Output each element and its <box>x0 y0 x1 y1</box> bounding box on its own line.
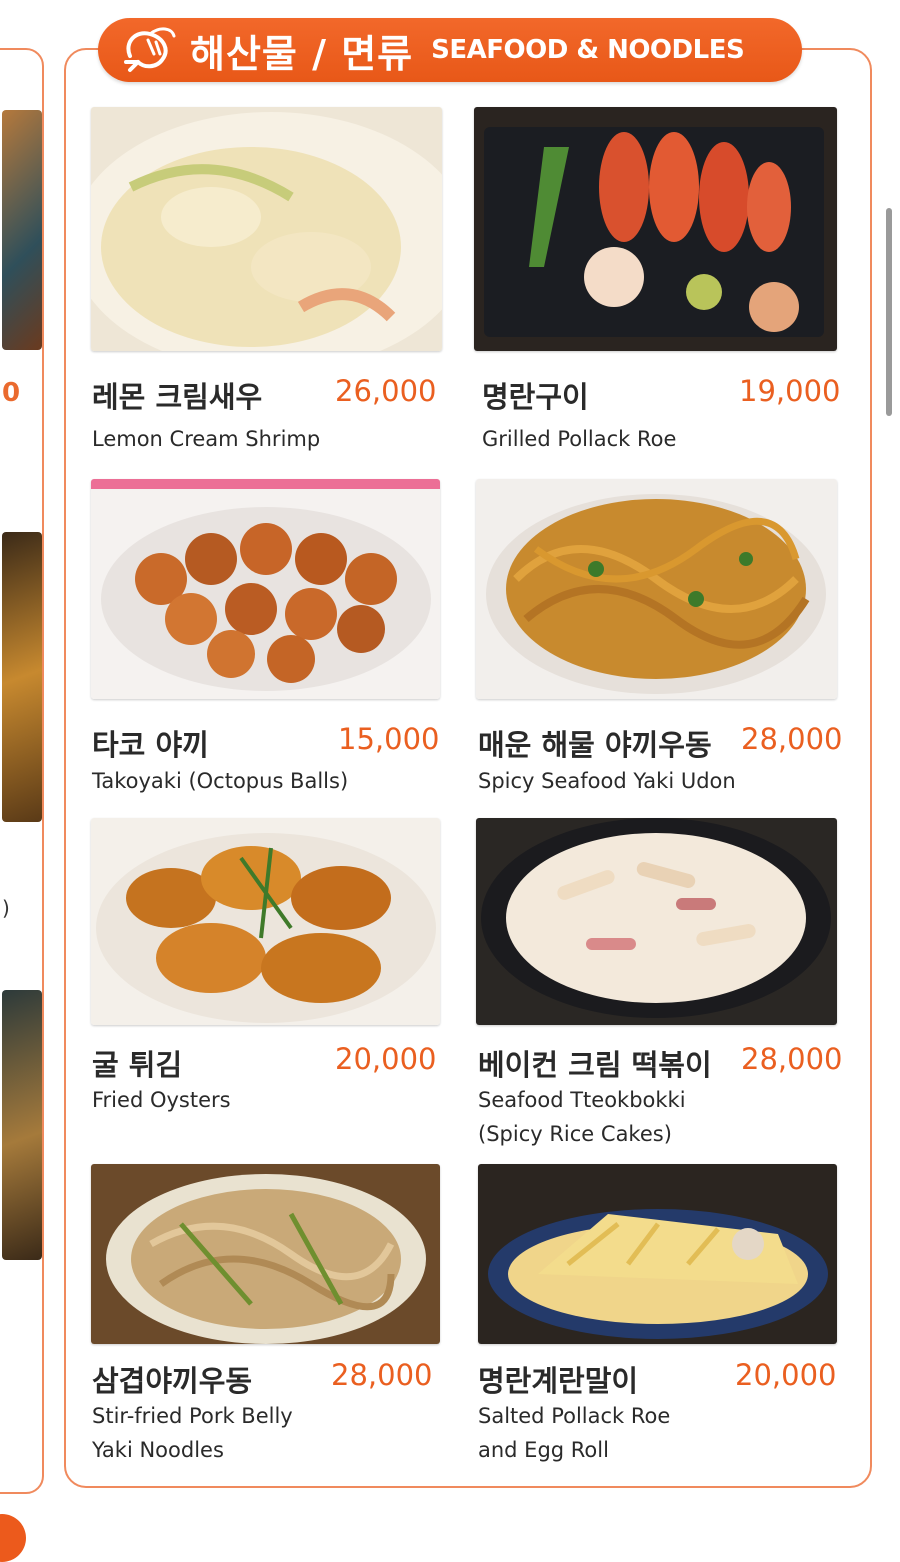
item-name-english: Grilled Pollack Roe <box>482 427 677 451</box>
takoyaki-photo <box>91 479 440 699</box>
item-price: 20,000 <box>335 1042 437 1076</box>
item-name-english: and Egg Roll <box>478 1438 609 1462</box>
item-price: 15,000 <box>338 722 440 756</box>
adjacent-menu-panel[interactable]: 0 ) <box>0 48 44 1494</box>
adjacent-text-fragment: ) <box>2 896 10 920</box>
item-name-english: Yaki Noodles <box>92 1438 224 1462</box>
grilled-pollack-roe-photo <box>474 107 837 351</box>
item-name-korean: 베이컨 크림 떡볶이 <box>478 1048 712 1082</box>
item-price: 28,000 <box>741 1042 843 1076</box>
pork-belly-yaki-noodles-photo <box>91 1164 440 1344</box>
item-name-korean: 굴 튀김 <box>92 1048 183 1082</box>
item-price: 19,000 <box>739 374 841 408</box>
scrollbar[interactable] <box>886 208 892 416</box>
lemon-cream-shrimp-photo <box>91 107 442 351</box>
item-name-korean: 명란구이 <box>482 380 589 414</box>
item-name-korean: 명란계란말이 <box>478 1364 639 1398</box>
item-price: 20,000 <box>735 1358 837 1392</box>
item-name-english: Seafood Tteokbokki <box>478 1088 686 1112</box>
item-price: 28,000 <box>741 722 843 756</box>
item-name-korean: 레몬 크림새우 <box>92 380 263 414</box>
item-name-english: (Spicy Rice Cakes) <box>478 1122 672 1146</box>
item-name-korean: 매운 해물 야끼우동 <box>478 728 712 762</box>
adjacent-food-photo <box>2 990 42 1260</box>
item-name-english: Salted Pollack Roe <box>478 1404 671 1428</box>
item-price: 28,000 <box>331 1358 433 1392</box>
item-name-korean: 삼겹야끼우동 <box>92 1364 253 1398</box>
item-name-english: Stir-fried Pork Belly <box>92 1404 293 1428</box>
adjacent-price-fragment: 0 <box>2 378 21 408</box>
item-name-english: Spicy Seafood Yaki Udon <box>478 769 736 793</box>
item-price: 26,000 <box>335 374 437 408</box>
section-title-english: SEAFOOD & NOODLES <box>431 35 745 65</box>
page-indicator-dot[interactable] <box>0 1514 26 1562</box>
item-name-english: Takoyaki (Octopus Balls) <box>92 769 349 793</box>
pollack-roe-egg-roll-photo <box>478 1164 837 1344</box>
item-name-english: Lemon Cream Shrimp <box>92 427 321 451</box>
item-name-english: Fried Oysters <box>92 1088 231 1112</box>
section-header: 해산물 / 면류 SEAFOOD & NOODLES <box>98 18 802 82</box>
adjacent-food-photo <box>2 110 42 350</box>
fried-oysters-photo <box>91 818 440 1025</box>
shrimp-icon <box>120 26 178 74</box>
adjacent-food-photo <box>2 532 42 822</box>
spicy-seafood-udon-photo <box>476 479 837 699</box>
section-title-korean: 해산물 / 면류 <box>190 31 414 76</box>
bacon-cream-tteokbokki-photo <box>476 818 837 1025</box>
item-name-korean: 타코 야끼 <box>92 728 209 762</box>
